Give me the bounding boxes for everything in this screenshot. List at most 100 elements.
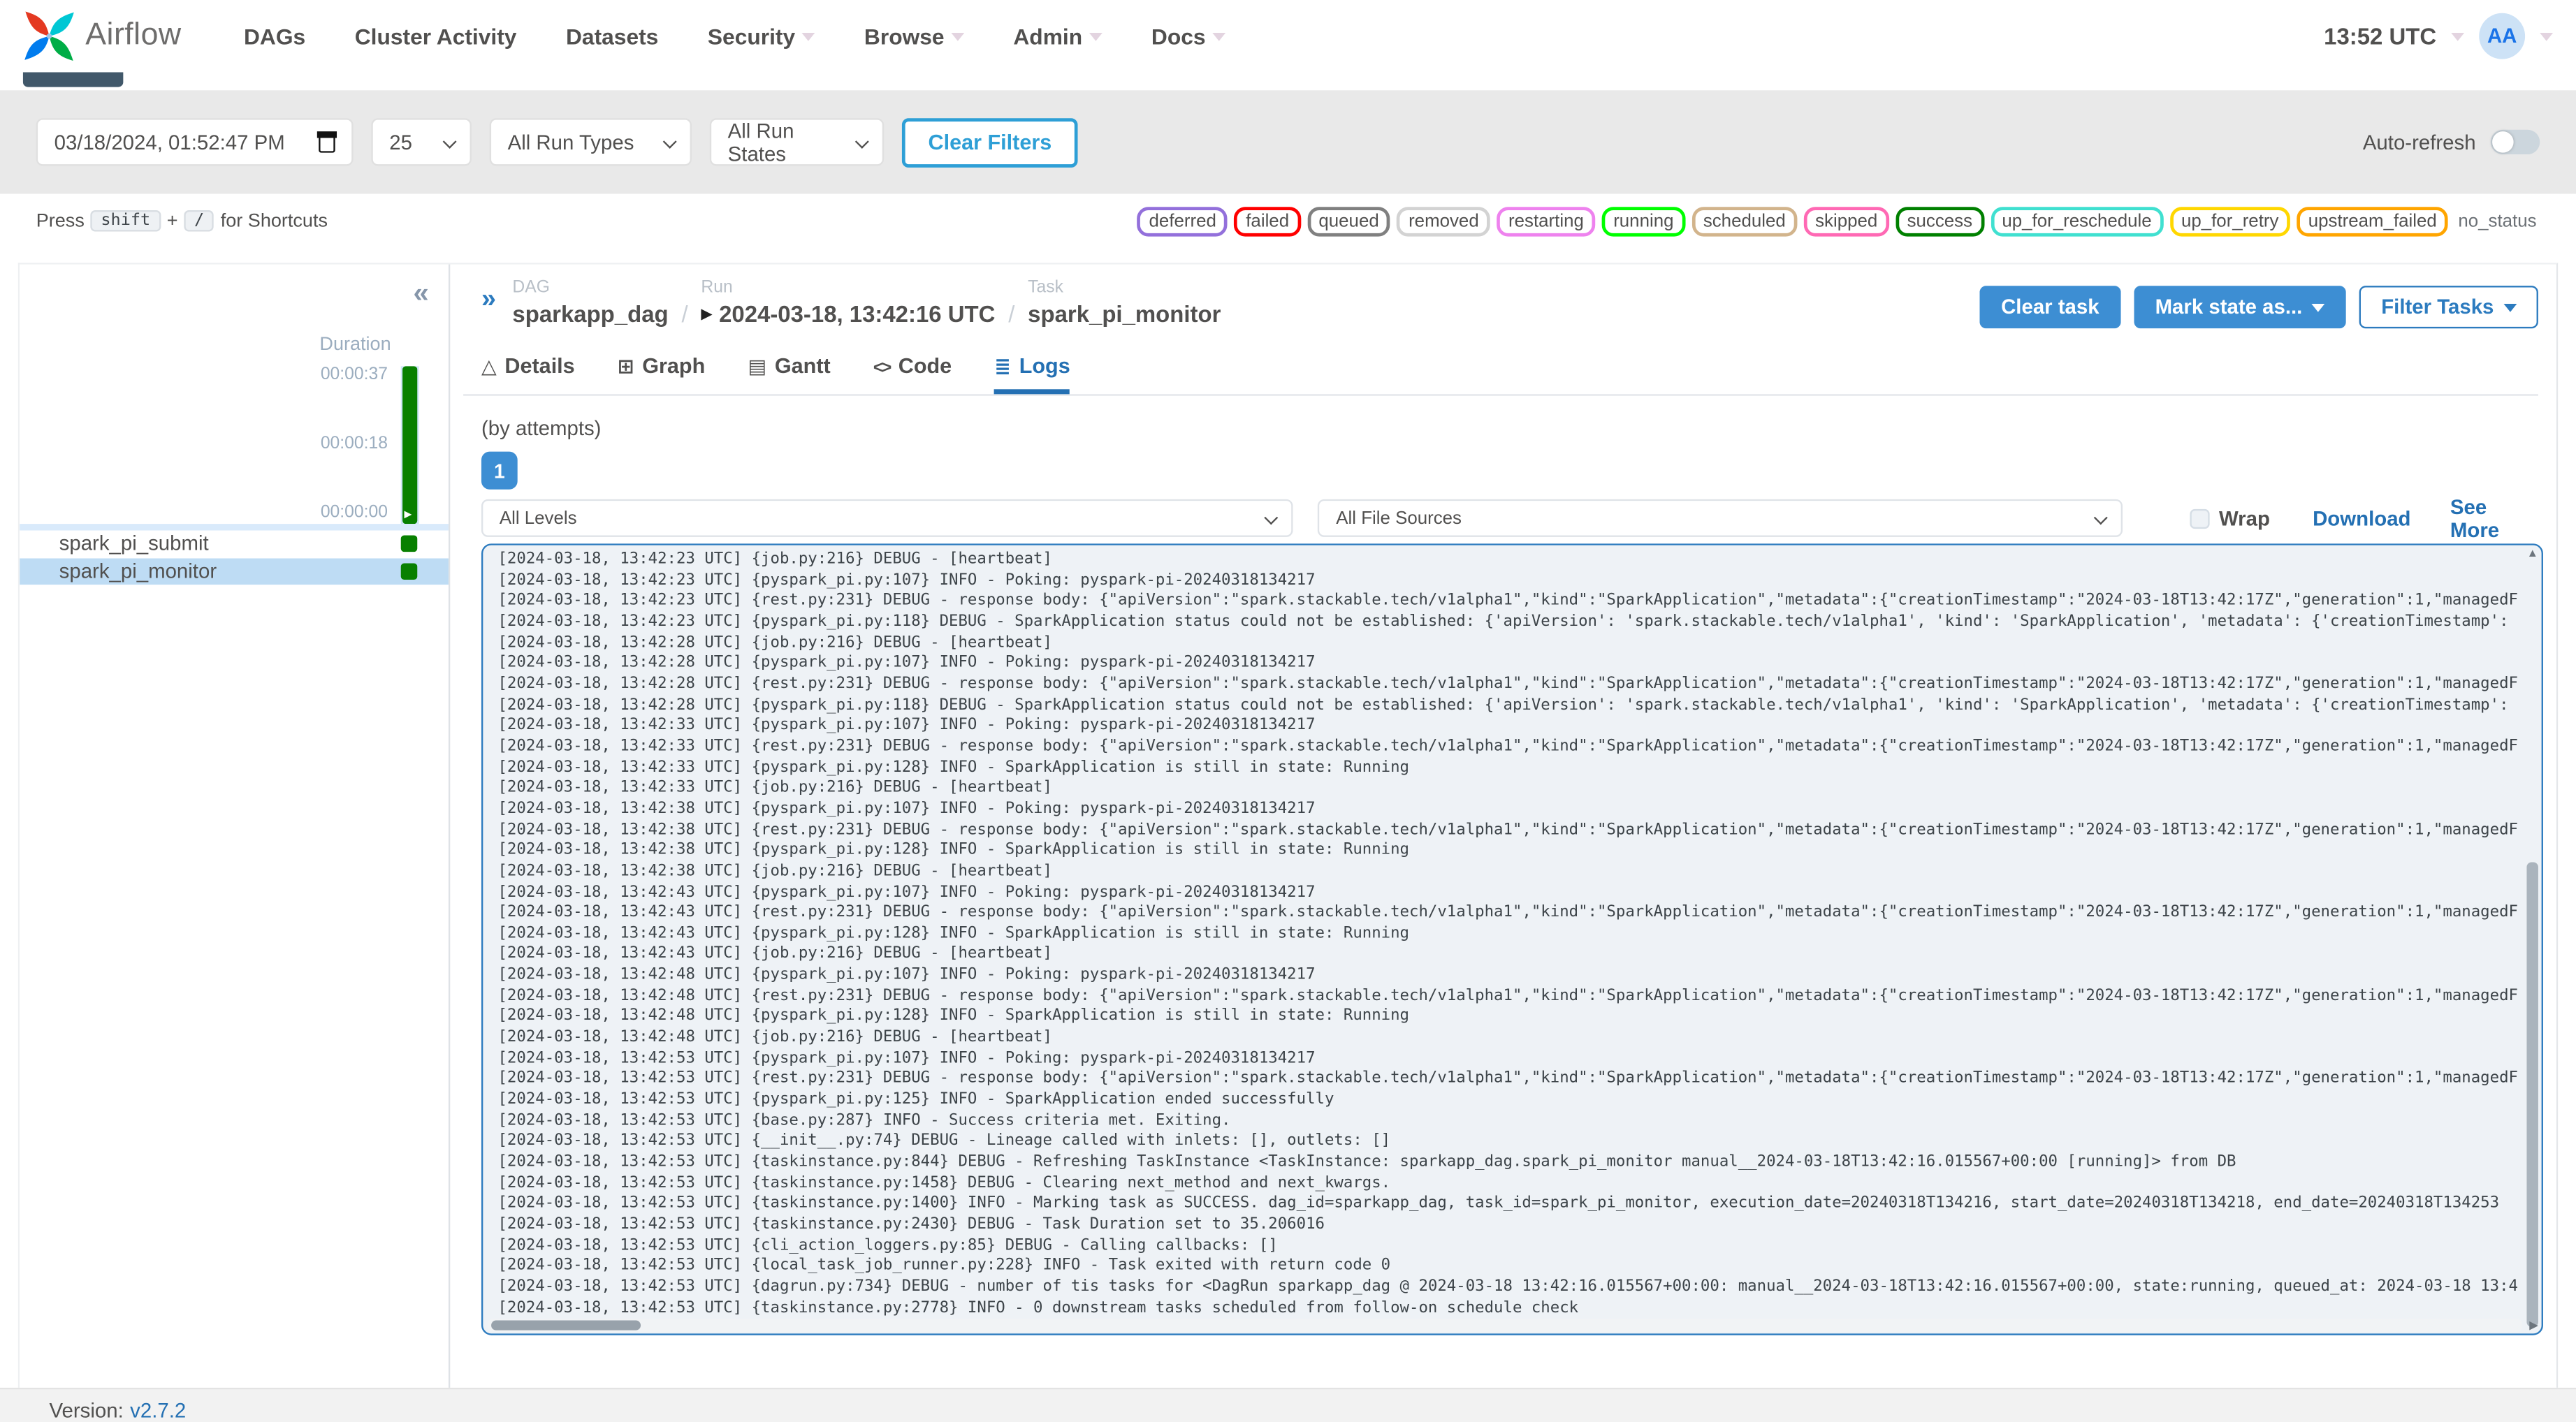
chevron-down-icon [442,133,457,148]
detail-tab[interactable]: Graph [618,351,705,394]
chevron-down-icon [662,133,677,148]
download-logs-link[interactable]: Download [2313,506,2410,529]
state-legend-badge[interactable]: restarting [1497,207,1596,237]
state-legend-badge[interactable]: success [1895,207,1984,237]
log-level-select[interactable]: All Levels [481,499,1294,537]
run-duration-bar[interactable] [402,366,418,525]
clear-filters-button[interactable]: Clear Filters [901,117,1078,167]
wrap-checkbox-group[interactable]: Wrap [2189,506,2270,529]
legend-bar: Press shift + / for Shortcuts deferred fa… [0,193,2576,263]
log-line: [2024-03-18, 13:42:53 UTC] {taskinstance… [497,1298,1579,1317]
task-state-square-success[interactable] [400,562,418,579]
log-output-panel[interactable]: [2024-03-18, 13:42:23 UTC] {job.py:216} … [481,543,2543,1335]
chevron-down-icon [1264,510,1279,525]
mark-state-as-button[interactable]: Mark state as... [2133,286,2347,329]
tab-icon [748,354,766,377]
state-legend-badge[interactable]: up_for_retry [2169,207,2290,237]
log-line: [2024-03-18, 13:42:53 UTC] {rest.py:231}… [497,1069,2519,1088]
nav-menu-item[interactable]: Admin [1013,24,1103,48]
nav-menu-item[interactable]: DAGs [244,24,305,48]
breadcrumb-dag[interactable]: DAG sparkapp_dag [512,277,668,327]
brand-title: Airflow [85,17,182,53]
vertical-scrollbar-thumb[interactable] [2526,862,2538,1327]
top-navbar: Airflow DAGs Cluster Activity Datasets S… [0,0,2576,73]
log-line: [2024-03-18, 13:42:48 UTC] {pyspark_pi.p… [497,1007,1410,1026]
breadcrumb-task[interactable]: Task spark_pi_monitor [1028,277,1221,327]
file-source-select[interactable]: All File Sources [1318,499,2123,537]
state-legend-badge[interactable]: no_status [2454,207,2540,237]
attempt-1-button[interactable]: 1 [481,451,518,490]
run-types-select[interactable]: All Run Types [489,118,692,166]
log-line: [2024-03-18, 13:42:33 UTC] {pyspark_pi.p… [497,716,1316,735]
see-more-link[interactable]: See More [2450,495,2538,541]
nav-menu-item[interactable]: Cluster Activity [355,24,517,48]
task-row[interactable]: spark_pi_monitor [20,557,449,585]
log-line: [2024-03-18, 13:42:28 UTC] {pyspark_pi.p… [497,654,1316,673]
airflow-logo-icon [24,11,74,61]
state-legend-badge[interactable]: scheduled [1691,207,1798,237]
chevron-down-icon [1089,31,1103,41]
user-avatar[interactable]: AA [2479,13,2526,59]
page-size-select[interactable]: 25 [371,118,472,166]
state-legend-badge[interactable]: deferred [1137,207,1228,237]
auto-refresh-label: Auto-refresh [2362,130,2476,154]
log-line: [2024-03-18, 13:42:48 UTC] {job.py:216} … [497,1028,1052,1047]
state-legend-badge[interactable]: failed [1234,207,1301,237]
state-legend-badge[interactable]: queued [1307,207,1391,237]
navbar-right: 13:52 UTC AA [2324,13,2554,59]
run-duration-column[interactable]: ▶ [400,366,419,525]
log-line: [2024-03-18, 13:42:48 UTC] {rest.py:231}… [497,986,2519,1005]
tab-icon [994,354,1011,377]
collapse-sidebar-icon[interactable]: « [413,279,428,307]
calendar-icon[interactable] [317,131,337,152]
horizontal-scrollbar-thumb[interactable] [491,1320,641,1331]
state-legend-badge[interactable]: skipped [1803,207,1889,237]
nav-menu-item[interactable]: Security [708,24,815,48]
clock-chevron-down-icon[interactable] [2451,31,2465,41]
state-legend: deferred failed queued removed restarting run… [1137,207,2540,237]
detail-tab[interactable]: Code [873,351,952,394]
breadcrumb-run[interactable]: Run ▶ 2024-03-18, 13:42:16 UTC [701,277,995,327]
log-line: [2024-03-18, 13:42:28 UTC] {job.py:216} … [497,633,1052,652]
log-line: [2024-03-18, 13:42:38 UTC] {pyspark_pi.p… [497,841,1410,860]
detail-tab[interactable]: Gantt [748,351,831,394]
utc-clock[interactable]: 13:52 UTC [2324,23,2436,50]
state-legend-badge[interactable]: running [1601,207,1685,237]
run-states-select[interactable]: All Run States [709,118,885,166]
log-line: [2024-03-18, 13:42:43 UTC] {rest.py:231}… [497,903,2519,922]
user-chevron-down-icon[interactable] [2540,31,2554,41]
manual-run-icon: ▶ [701,305,713,321]
state-legend-badge[interactable]: removed [1397,207,1491,237]
airflow-brand[interactable]: Airflow [23,10,182,62]
duration-tick: 00:00:18 [320,433,388,453]
nav-menu-item[interactable]: Datasets [566,24,658,48]
log-lines: [2024-03-18, 13:42:23 UTC] {job.py:216} … [497,550,2518,1317]
auto-refresh-toggle[interactable] [2490,129,2540,155]
clear-task-button[interactable]: Clear task [1979,286,2121,329]
base-date-input[interactable]: 03/18/2024, 01:52:47 PM [36,118,354,166]
breadcrumb-chevrons-icon[interactable]: » [481,286,496,314]
task-state-square-success[interactable] [400,535,418,552]
filter-tasks-button[interactable]: Filter Tasks [2359,286,2538,329]
chevron-down-icon [951,31,964,41]
wrap-checkbox[interactable] [2189,508,2209,528]
footer: Version: v2.7.2 [0,1387,2576,1422]
scroll-up-arrow-icon[interactable]: ▲ [2527,548,2538,559]
task-row[interactable]: spark_pi_submit [20,530,449,558]
manual-run-play-icon: ▶ [404,511,412,521]
state-legend-badge[interactable]: up_for_reschedule [1990,207,2164,237]
log-line: [2024-03-18, 13:42:38 UTC] {rest.py:231}… [497,820,2519,839]
nav-menu-item[interactable]: Browse [864,24,964,48]
log-line: [2024-03-18, 13:42:28 UTC] {rest.py:231}… [497,675,2519,694]
horizontal-scrollbar[interactable] [488,1319,2522,1332]
scroll-right-arrow-icon[interactable]: ▶ [2529,1319,2538,1332]
detail-tab[interactable]: Logs [994,351,1070,395]
state-legend-badge[interactable]: upstream_failed [2297,207,2449,237]
chevron-down-icon [1211,31,1225,41]
version-link[interactable]: v2.7.2 [130,1399,186,1422]
version-label: Version: [49,1399,124,1422]
nav-menu-item[interactable]: Docs [1151,24,1225,48]
breadcrumb: » DAG sparkapp_dag / Run ▶ 2024-03-18, 1… [481,277,2538,329]
detail-tab[interactable]: Details [481,351,574,394]
grid-hover-row [20,524,449,531]
